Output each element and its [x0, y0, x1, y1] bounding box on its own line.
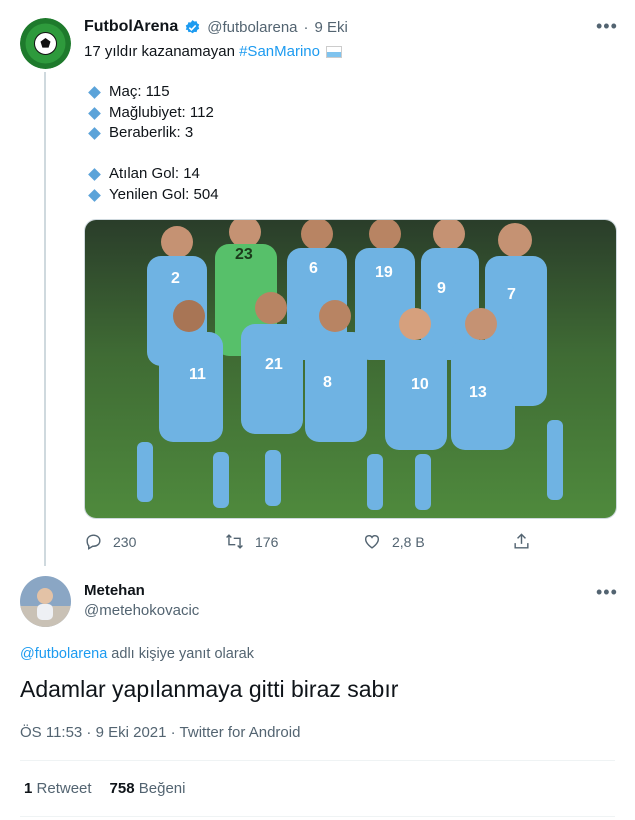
retweet-icon [224, 532, 245, 551]
reply-button[interactable]: 230 [84, 532, 136, 551]
jersey-number: 8 [323, 374, 332, 391]
like-count: 2,8 B [392, 533, 425, 550]
like-button[interactable]: 2,8 B [362, 532, 425, 551]
thread-line [44, 72, 46, 566]
tweet-header: FutbolArena @futbolarena · 9 Eki [84, 18, 348, 36]
stat-label: Yenilen Gol: 504 [109, 186, 219, 203]
retweets-stat[interactable]: 1 Retweet [24, 780, 92, 797]
replying-to-suffix: adlı kişiye yanıt olarak [107, 646, 254, 662]
divider [20, 816, 615, 817]
reply-icon [84, 532, 103, 551]
reply-author-name[interactable]: Metehan [84, 582, 145, 599]
tweet-time[interactable]: 9 Eki [315, 19, 348, 36]
retweet-count: 176 [255, 533, 279, 550]
jersey-number: 23 [235, 246, 253, 263]
heart-icon [362, 532, 382, 551]
verified-badge-icon [184, 19, 201, 36]
stat-row: Yenilen Gol: 504 [88, 185, 219, 205]
stat-row: Mağlubiyet: 112 [88, 103, 214, 123]
stat-label: Mağlubiyet: 112 [109, 104, 214, 121]
reply-timestamp[interactable]: ÖS 11:53 · 9 Eki 2021 · Twitter for Andr… [20, 724, 300, 741]
author-avatar[interactable] [20, 18, 71, 69]
jersey-number: 13 [469, 384, 487, 401]
stat-label: Maç: 115 [109, 83, 170, 100]
jersey-number: 21 [265, 356, 283, 373]
team-photo[interactable]: 2 23 6 19 9 7 11 21 8 10 13 [84, 219, 617, 519]
diamond-bullet-icon [88, 188, 101, 202]
share-icon [512, 532, 531, 551]
stat-label: Beraberlik: 3 [109, 124, 194, 141]
reply-text: Adamlar yapılanmaya gitti biraz sabır [20, 676, 399, 702]
san-marino-flag-icon [325, 46, 342, 58]
jersey-number: 9 [437, 280, 446, 297]
likes-stat[interactable]: 758 Beğeni [110, 780, 186, 797]
tweet-text: 17 yıldır kazanamayan #SanMarino [84, 42, 342, 62]
reply-author-handle[interactable]: @metehokovacic [84, 602, 199, 619]
jersey-number: 10 [411, 376, 429, 393]
stat-row: Atılan Gol: 14 [88, 164, 200, 184]
diamond-bullet-icon [88, 106, 101, 120]
author-handle[interactable]: @futbolarena [207, 19, 297, 36]
reply-avatar[interactable] [20, 576, 71, 627]
stat-label: Atılan Gol: 14 [109, 165, 200, 182]
like-label: Beğeni [138, 780, 186, 797]
reply-count: 230 [113, 533, 137, 550]
stat-row: Beraberlik: 3 [88, 123, 194, 143]
jersey-number: 11 [189, 366, 206, 383]
divider [20, 760, 615, 761]
retweet-label: Retweet [36, 780, 92, 797]
stat-row: Maç: 115 [88, 82, 170, 102]
more-icon[interactable]: ••• [596, 16, 618, 37]
engagement-stats: 1 Retweet 758 Beğeni [24, 780, 185, 797]
diamond-bullet-icon [88, 85, 101, 99]
author-name[interactable]: FutbolArena [84, 18, 178, 36]
diamond-bullet-icon [88, 167, 101, 181]
tweet-text-prefix: 17 yıldır kazanamayan [84, 43, 240, 60]
jersey-number: 7 [507, 286, 516, 303]
share-button[interactable] [512, 532, 531, 551]
hashtag-link[interactable]: #SanMarino [239, 42, 320, 62]
retweet-total: 1 [24, 780, 33, 797]
replying-to: @futbolarena adlı kişiye yanıt olarak [20, 646, 254, 662]
jersey-number: 2 [171, 270, 180, 287]
replying-to-handle[interactable]: @futbolarena [20, 646, 107, 662]
retweet-button[interactable]: 176 [224, 532, 278, 551]
jersey-number: 19 [375, 264, 393, 281]
like-total: 758 [109, 780, 135, 797]
diamond-bullet-icon [88, 126, 101, 140]
jersey-number: 6 [309, 260, 318, 277]
time-separator: · [303, 18, 309, 36]
more-icon[interactable]: ••• [596, 582, 618, 603]
